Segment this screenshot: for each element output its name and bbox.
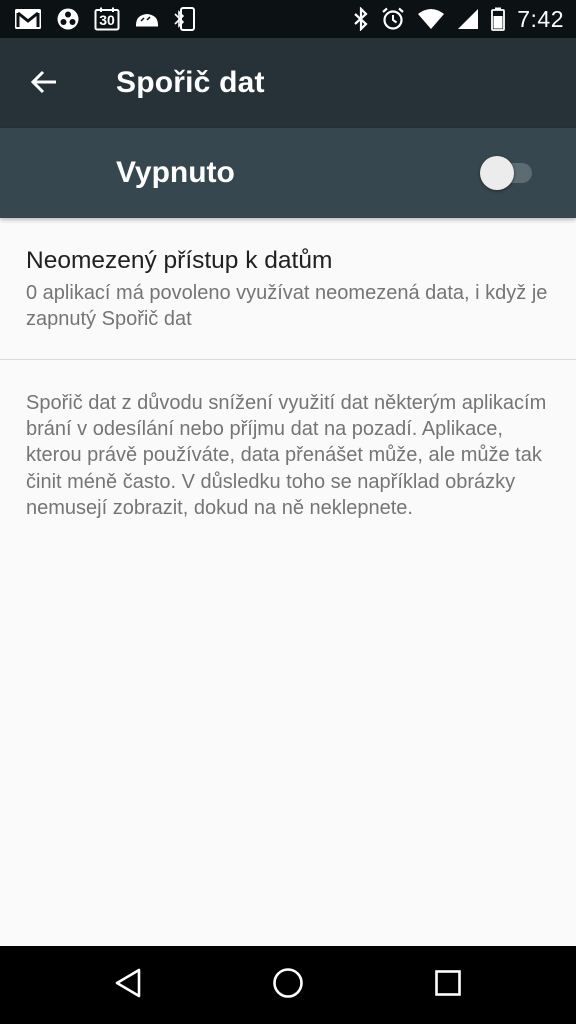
wifi-icon xyxy=(417,8,445,30)
data-saver-toggle[interactable] xyxy=(480,156,536,190)
app-toolbar: Spořič dat xyxy=(0,38,576,128)
divider xyxy=(0,359,576,360)
navigation-bar xyxy=(0,946,576,1024)
cloud-icon xyxy=(134,10,160,28)
home-circle-icon xyxy=(272,967,304,1004)
status-bar: 30 7:42 xyxy=(0,0,576,38)
calendar-icon: 30 xyxy=(94,7,120,31)
toggle-thumb xyxy=(480,156,514,190)
calendar-day-label: 30 xyxy=(99,12,115,28)
clock-time: 7:42 xyxy=(517,5,564,32)
bluetooth-icon xyxy=(353,7,369,31)
page-title: Spořič dat xyxy=(116,66,265,99)
nav-home-button[interactable] xyxy=(258,960,318,1010)
phone-bluetooth-icon xyxy=(174,7,196,31)
data-saver-description: Spořič dat z důvodu snížení využití dat … xyxy=(26,392,547,519)
cellular-icon xyxy=(457,8,479,30)
notification-icons: 30 xyxy=(14,7,210,31)
unrestricted-data-access-item[interactable]: Neomezený přístup k datům 0 aplikací má … xyxy=(0,218,576,360)
back-triangle-icon xyxy=(113,967,143,1004)
nav-back-button[interactable] xyxy=(98,960,158,1010)
biohazard-icon xyxy=(56,7,80,31)
master-switch-label: Vypnuto xyxy=(116,156,235,189)
recents-square-icon xyxy=(434,969,462,1002)
nav-recents-button[interactable] xyxy=(418,960,478,1010)
list-item-summary: 0 aplikací má povoleno využívat neomezen… xyxy=(26,282,548,330)
battery-icon xyxy=(491,7,506,31)
arrow-back-icon xyxy=(30,68,58,101)
gmail-icon xyxy=(14,8,42,30)
back-button[interactable] xyxy=(20,60,68,108)
alarm-icon xyxy=(381,7,405,31)
list-item-title: Neomezený přístup k datům xyxy=(26,247,333,274)
system-icons: 7:42 xyxy=(341,6,564,33)
